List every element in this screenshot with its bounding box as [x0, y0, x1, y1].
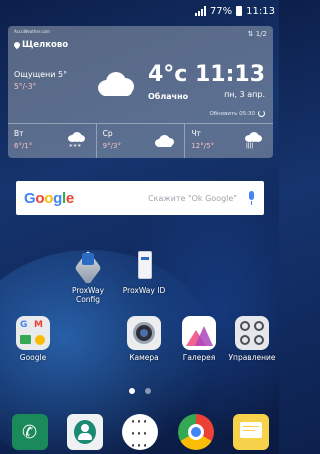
- widget-page-indicator[interactable]: ⇅ 1/2: [248, 30, 267, 38]
- google-logo: Google: [24, 189, 74, 207]
- city-label: Щелково: [22, 40, 69, 50]
- app-label: ProxWay Config: [71, 286, 105, 304]
- forecast-day[interactable]: Чт 12°/5° ǀǀǀǀ: [185, 124, 273, 158]
- app-camera[interactable]: Камера: [116, 316, 172, 363]
- forecast-day[interactable]: Ср 9°/3°: [97, 124, 186, 158]
- weather-source: AccuWeather.com: [14, 29, 50, 34]
- settings-folder-icon: [235, 316, 269, 350]
- rain-cloud-icon: ǀǀǀǀ: [243, 132, 263, 149]
- forecast-day-range: 6°/1°: [14, 142, 33, 150]
- microphone-icon[interactable]: [247, 191, 256, 205]
- app-label: Камера: [129, 353, 159, 362]
- camera-icon: [127, 316, 161, 350]
- battery-percent: 77%: [209, 5, 233, 17]
- forecast-day-name: Чт: [191, 129, 201, 138]
- search-hint: Скажите "Ok Google": [148, 193, 237, 203]
- google-search-bar[interactable]: Google Скажите "Ok Google": [16, 181, 264, 215]
- widget-clock[interactable]: 11:13: [195, 62, 265, 87]
- app-gallery[interactable]: Галерея: [171, 316, 227, 363]
- forecast-day-range: 12°/5°: [191, 142, 215, 150]
- page-dot[interactable]: [144, 388, 151, 394]
- cloud-icon: [94, 70, 136, 96]
- snow-cloud-icon: ∗∗∗: [66, 132, 86, 149]
- apps-drawer-icon[interactable]: ⋯ ⋯ ⋯: [122, 413, 158, 454]
- refresh-icon: [258, 110, 265, 117]
- app-google-folder[interactable]: G M Google: [5, 316, 61, 363]
- app-label: Управление: [228, 353, 276, 362]
- forecast-day-name: Вт: [14, 129, 24, 138]
- forecast-day[interactable]: Вт 6°/1° ∗∗∗: [8, 124, 97, 158]
- app-proxway-id[interactable]: ProxWay ID: [116, 249, 172, 296]
- update-button[interactable]: Обновить 05:30: [209, 110, 265, 117]
- current-temperature: 4°c: [148, 62, 188, 87]
- forecast-day-name: Ср: [102, 129, 113, 138]
- weather-widget[interactable]: AccuWeather.com ⇅ 1/2 Щелково Ощущени 5°…: [8, 26, 273, 158]
- status-bar: 77% 11:13: [0, 0, 279, 22]
- phone-icon[interactable]: ✆: [12, 414, 48, 450]
- proxway-id-icon: [127, 249, 161, 283]
- app-proxway-config[interactable]: ProxWay Config: [60, 249, 116, 304]
- gallery-icon: [182, 316, 216, 350]
- weather-condition: Облачно: [148, 92, 189, 101]
- cloud-icon: [154, 132, 175, 148]
- update-label: Обновить 05:30: [209, 110, 255, 117]
- page-indicator[interactable]: [0, 388, 279, 394]
- widget-date: пн, 3 апр.: [224, 90, 265, 99]
- signal-icon: [194, 6, 206, 16]
- temp-range: 5°/-3°: [14, 82, 37, 91]
- status-time: 11:13: [246, 5, 275, 17]
- page-dot-active[interactable]: [128, 388, 135, 394]
- messages-icon[interactable]: [233, 414, 269, 450]
- app-label: Галерея: [182, 353, 216, 362]
- proxway-config-icon: [71, 249, 105, 283]
- app-label: ProxWay ID: [122, 286, 166, 295]
- weather-city[interactable]: Щелково: [12, 40, 69, 50]
- google-folder-icon: G M: [16, 316, 50, 350]
- battery-icon: [236, 6, 243, 16]
- dock: ✆ ⋯ ⋯ ⋯: [0, 412, 279, 454]
- feels-like: Ощущени 5°: [14, 70, 68, 79]
- chrome-icon[interactable]: [178, 414, 214, 450]
- app-label: Google: [19, 353, 47, 362]
- app-manage[interactable]: Управление: [224, 316, 280, 363]
- forecast-row: Вт 6°/1° ∗∗∗ Ср 9°/3° Чт 12°/5° ǀǀǀǀ: [8, 123, 273, 158]
- location-pin-icon: [12, 40, 22, 50]
- contacts-icon[interactable]: [67, 414, 103, 450]
- forecast-day-range: 9°/3°: [102, 142, 121, 150]
